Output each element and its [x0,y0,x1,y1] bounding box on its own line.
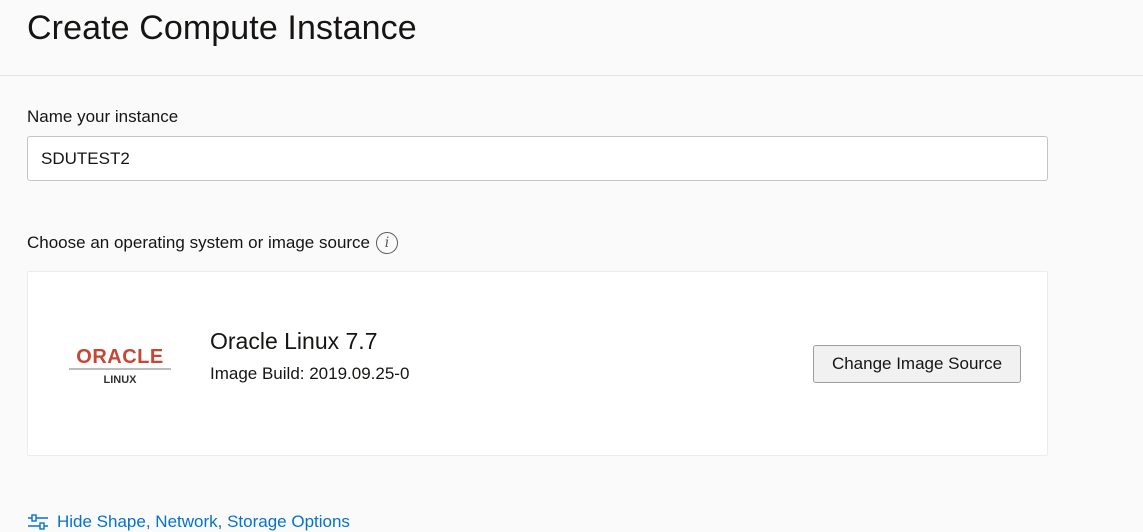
change-image-source-button[interactable]: Change Image Source [813,345,1021,383]
info-icon[interactable]: i [376,232,399,254]
image-build: Image Build: 2019.09.25-0 [210,364,410,383]
page-header: Create Compute Instance [0,0,1143,76]
instance-name-input[interactable] [27,136,1048,181]
instance-name-label: Name your instance [27,107,179,126]
image-name: Oracle Linux 7.7 [210,328,378,354]
linux-logo-text: LINUX [104,374,138,386]
hide-options-link[interactable]: Hide Shape, Network, Storage Options [27,512,350,532]
page-title: Create Compute Instance [27,9,417,47]
oracle-linux-logo: ORACLE LINUX [69,346,171,386]
os-source-label: Choose an operating system or image sour… [27,233,371,252]
hide-options-label: Hide Shape, Network, Storage Options [57,512,350,531]
os-source-label-row: Choose an operating system or image sour… [27,232,399,254]
oracle-logo-text: ORACLE [76,346,163,368]
image-source-card: ORACLE LINUX Oracle Linux 7.7 Image Buil… [27,271,1048,456]
settings-sliders-icon [28,514,48,530]
